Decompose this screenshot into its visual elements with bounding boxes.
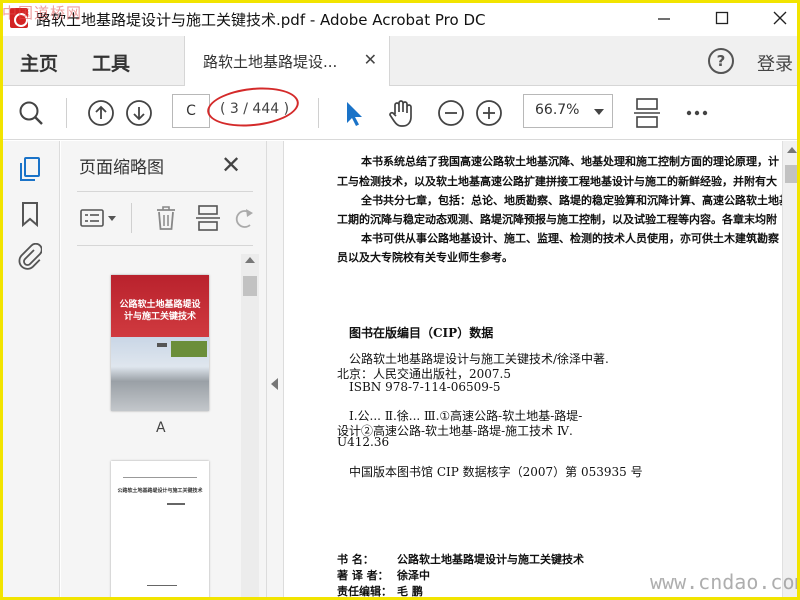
thumbnail-pane: 页面缩略图 ✕ 公路软土地基路堤设计与施工关键技术 A 公路软土地基路堤设计与施… [61,141,266,600]
close-window-button[interactable] [752,0,800,36]
zoom-out-icon[interactable] [436,98,466,128]
title-page-author [167,503,185,505]
zoom-dropdown[interactable]: 66.7% [523,94,613,128]
cip-line: ISBN 978-7-114-06509-5 [349,380,501,394]
login-link[interactable]: 登录 [757,50,793,76]
delete-page-icon[interactable] [151,203,181,233]
collapse-left-icon [271,378,278,390]
title-page-rule [123,477,197,478]
intro-paragraph-line: 全书共分七章，包括：总论、地质勘察、路堤的稳定验算和沉降计算、高速公路软土地基 [361,194,790,207]
title-page-publisher [147,585,177,586]
main-toolbar [0,86,800,140]
tab-bar: 主页 工具 路软土地基路堤设... ✕ ? 登录 [0,36,800,86]
help-icon[interactable]: ? [708,48,734,74]
maximize-icon [715,11,729,25]
tab-document[interactable]: 路软土地基路堤设... ✕ [184,36,390,86]
intro-paragraph-line: 工与检测技术，以及软土地基高速公路扩建拼接工程地基设计与施工的新鲜经验，并附有大 [337,175,777,188]
thumbnail-options-icon[interactable] [79,203,121,233]
site-watermark: 中国道桥网 [2,4,83,22]
document-tab-label: 路软土地基路堤设... [203,53,338,71]
select-cursor-icon[interactable] [338,98,368,128]
thumbnail-pane-title: 页面缩略图 [79,158,164,178]
scroll-up-icon[interactable] [787,147,797,153]
cover-author-mark [157,343,167,347]
minimize-icon [658,18,670,20]
tab-home[interactable]: 主页 [20,49,58,76]
editor-label: 责任编辑： [337,585,392,598]
zoom-in-icon[interactable] [474,98,504,128]
cover-title: 公路软土地基路堤设计与施工关键技术 [119,300,201,322]
pane-tool-divider [131,203,132,233]
page-number-input[interactable]: C [172,94,210,128]
intro-paragraph-line: 工期的沉降与稳定动态观测、路堤沉降预报与施工控制，以及试验工程等内容。各章末均附 [337,213,777,226]
document-scrollbar[interactable] [782,141,800,600]
pane-divider [77,191,253,192]
author-value: 徐泽中 [397,569,430,582]
next-page-icon[interactable] [124,98,154,128]
pane-collapse-handle[interactable] [266,141,284,600]
insert-page-icon[interactable] [193,203,223,233]
page-thumbnail-cover[interactable]: 公路软土地基路堤设计与施工关键技术 [111,275,209,411]
close-icon [773,11,787,25]
close-tab-icon[interactable]: ✕ [364,50,377,69]
rotate-page-icon[interactable] [231,203,255,233]
thumbnail-label: A [156,420,166,436]
cover-green-strip [171,341,207,357]
scroll-thumb[interactable] [243,276,257,296]
pane-divider [77,245,253,246]
bookmark-icon[interactable] [16,199,44,229]
thumbnail-scrollbar[interactable] [241,254,259,600]
hand-tool-icon[interactable] [386,98,416,128]
cip-heading: 图书在版编目（CIP）数据 [349,326,494,340]
zoom-value: 66.7% [535,102,580,118]
cip-line: 中国版本图书馆 CIP 数据核字（2007）第 053935 号 [349,465,643,479]
editor-value: 毛 鹏 [397,585,423,598]
search-icon[interactable] [16,98,46,128]
intro-paragraph-line: 本书系统总结了我国高速公路软土地基沉降、地基处理和施工控制方面的理论原理，计 [361,155,779,168]
left-rail [0,141,60,600]
close-pane-icon[interactable]: ✕ [221,151,241,179]
scroll-thumb[interactable] [785,165,799,183]
toolbar-divider [66,98,67,128]
book-name-label: 书 名： [337,553,374,566]
fit-page-icon[interactable] [632,98,662,128]
title-page-heading: 公路软土地基路堤设计与施工关键技术 [117,488,203,494]
attachment-icon[interactable] [16,243,44,273]
previous-page-icon[interactable] [86,98,116,128]
toolbar-divider [318,98,319,128]
cip-line: U412.36 [337,435,390,449]
tab-tools[interactable]: 工具 [92,49,130,76]
window-title: 路软土地基路堤设计与施工关键技术.pdf - Adobe Acrobat Pro… [36,11,486,29]
minimize-button[interactable] [636,0,692,36]
page-thumbnails-icon[interactable] [16,155,44,185]
document-view[interactable]: 本书系统总结了我国高速公路软土地基沉降、地基处理和施工控制方面的理论原理，计 工… [285,141,800,600]
author-label: 著 译 者： [337,569,389,582]
maximize-button[interactable] [694,0,750,36]
page-thumbnail-title-page[interactable]: 公路软土地基路堤设计与施工关键技术 [111,461,209,600]
title-bar: 中国道桥网 路软土地基路堤设计与施工关键技术.pdf - Adobe Acrob… [0,0,800,36]
site-watermark-bottom: www.cndao.com [650,570,800,594]
book-name-value: 公路软土地基路堤设计与施工关键技术 [397,553,584,566]
more-options-icon[interactable] [682,98,712,128]
chevron-down-icon [594,109,604,115]
scroll-up-icon[interactable] [245,257,255,263]
intro-paragraph-line: 本书可供从事公路地基设计、施工、监理、检测的技术人员使用，亦可供土木建筑勘察 [361,232,779,245]
intro-paragraph-line: 员以及大专院校有关专业师生参考。 [337,251,513,264]
